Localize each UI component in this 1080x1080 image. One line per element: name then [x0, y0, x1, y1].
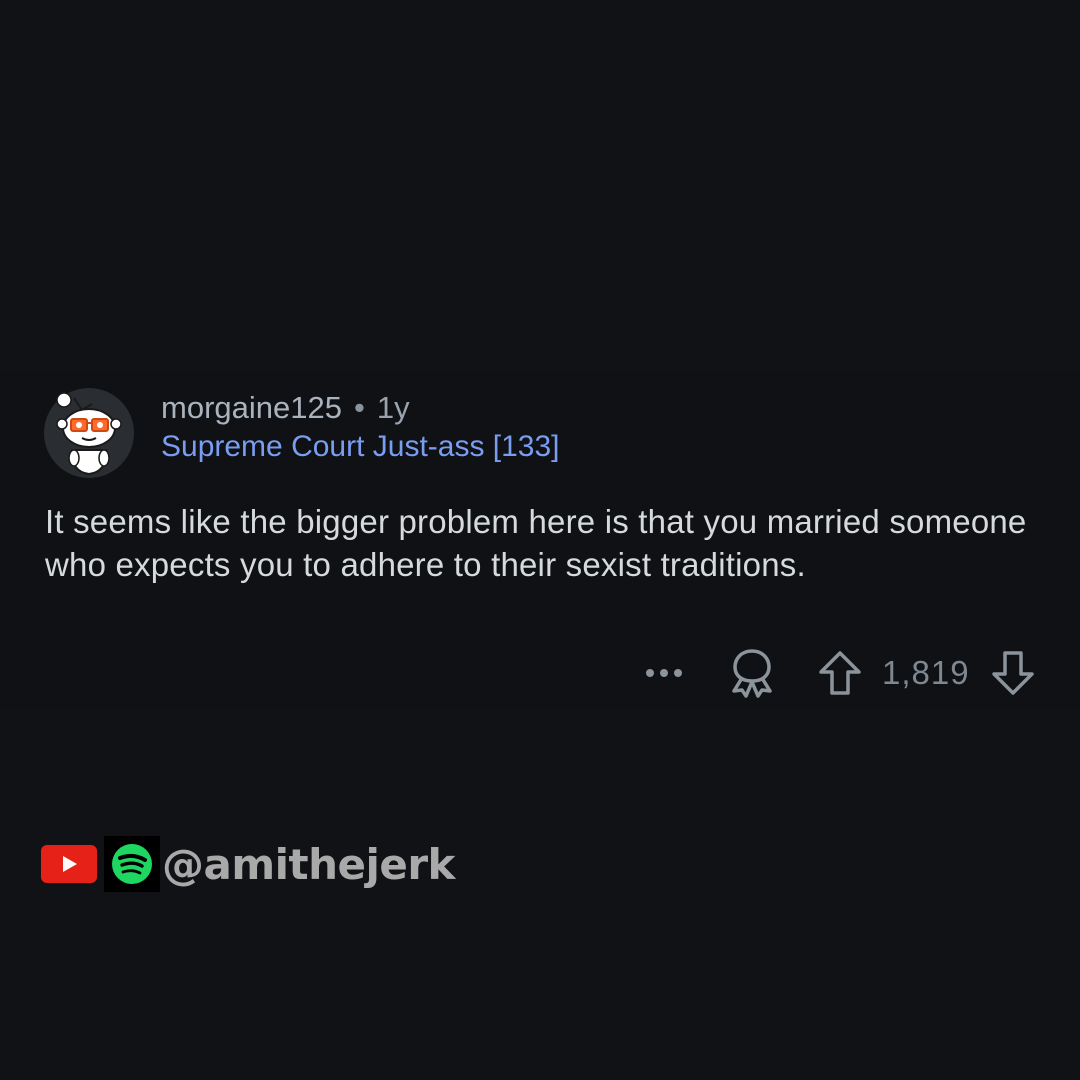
social-footer: @amithejerk — [40, 836, 456, 892]
more-options-icon[interactable] — [643, 663, 685, 683]
user-avatar[interactable] — [44, 388, 134, 478]
comment-age: 1y — [376, 390, 410, 425]
award-icon[interactable] — [729, 648, 775, 698]
channel-handle: @amithejerk — [162, 839, 456, 889]
youtube-icon — [41, 845, 97, 883]
comment-body: It seems like the bigger problem here is… — [45, 503, 1027, 583]
meta-separator: • — [353, 390, 365, 425]
vote-score: 1,819 — [882, 654, 970, 691]
snoo-avatar-icon — [44, 388, 134, 478]
downvote-arrow-icon[interactable] — [991, 650, 1035, 696]
comment-actions: 1,819 — [0, 648, 1080, 698]
user-flair: Supreme Court Just-ass [133] — [161, 430, 560, 463]
spotify-icon — [112, 844, 152, 884]
upvote-arrow-icon[interactable] — [818, 650, 862, 696]
username-link[interactable]: morgaine125 — [161, 390, 342, 426]
comment-meta: morgaine125 • 1y — [161, 388, 410, 428]
spotify-badge — [104, 836, 160, 892]
